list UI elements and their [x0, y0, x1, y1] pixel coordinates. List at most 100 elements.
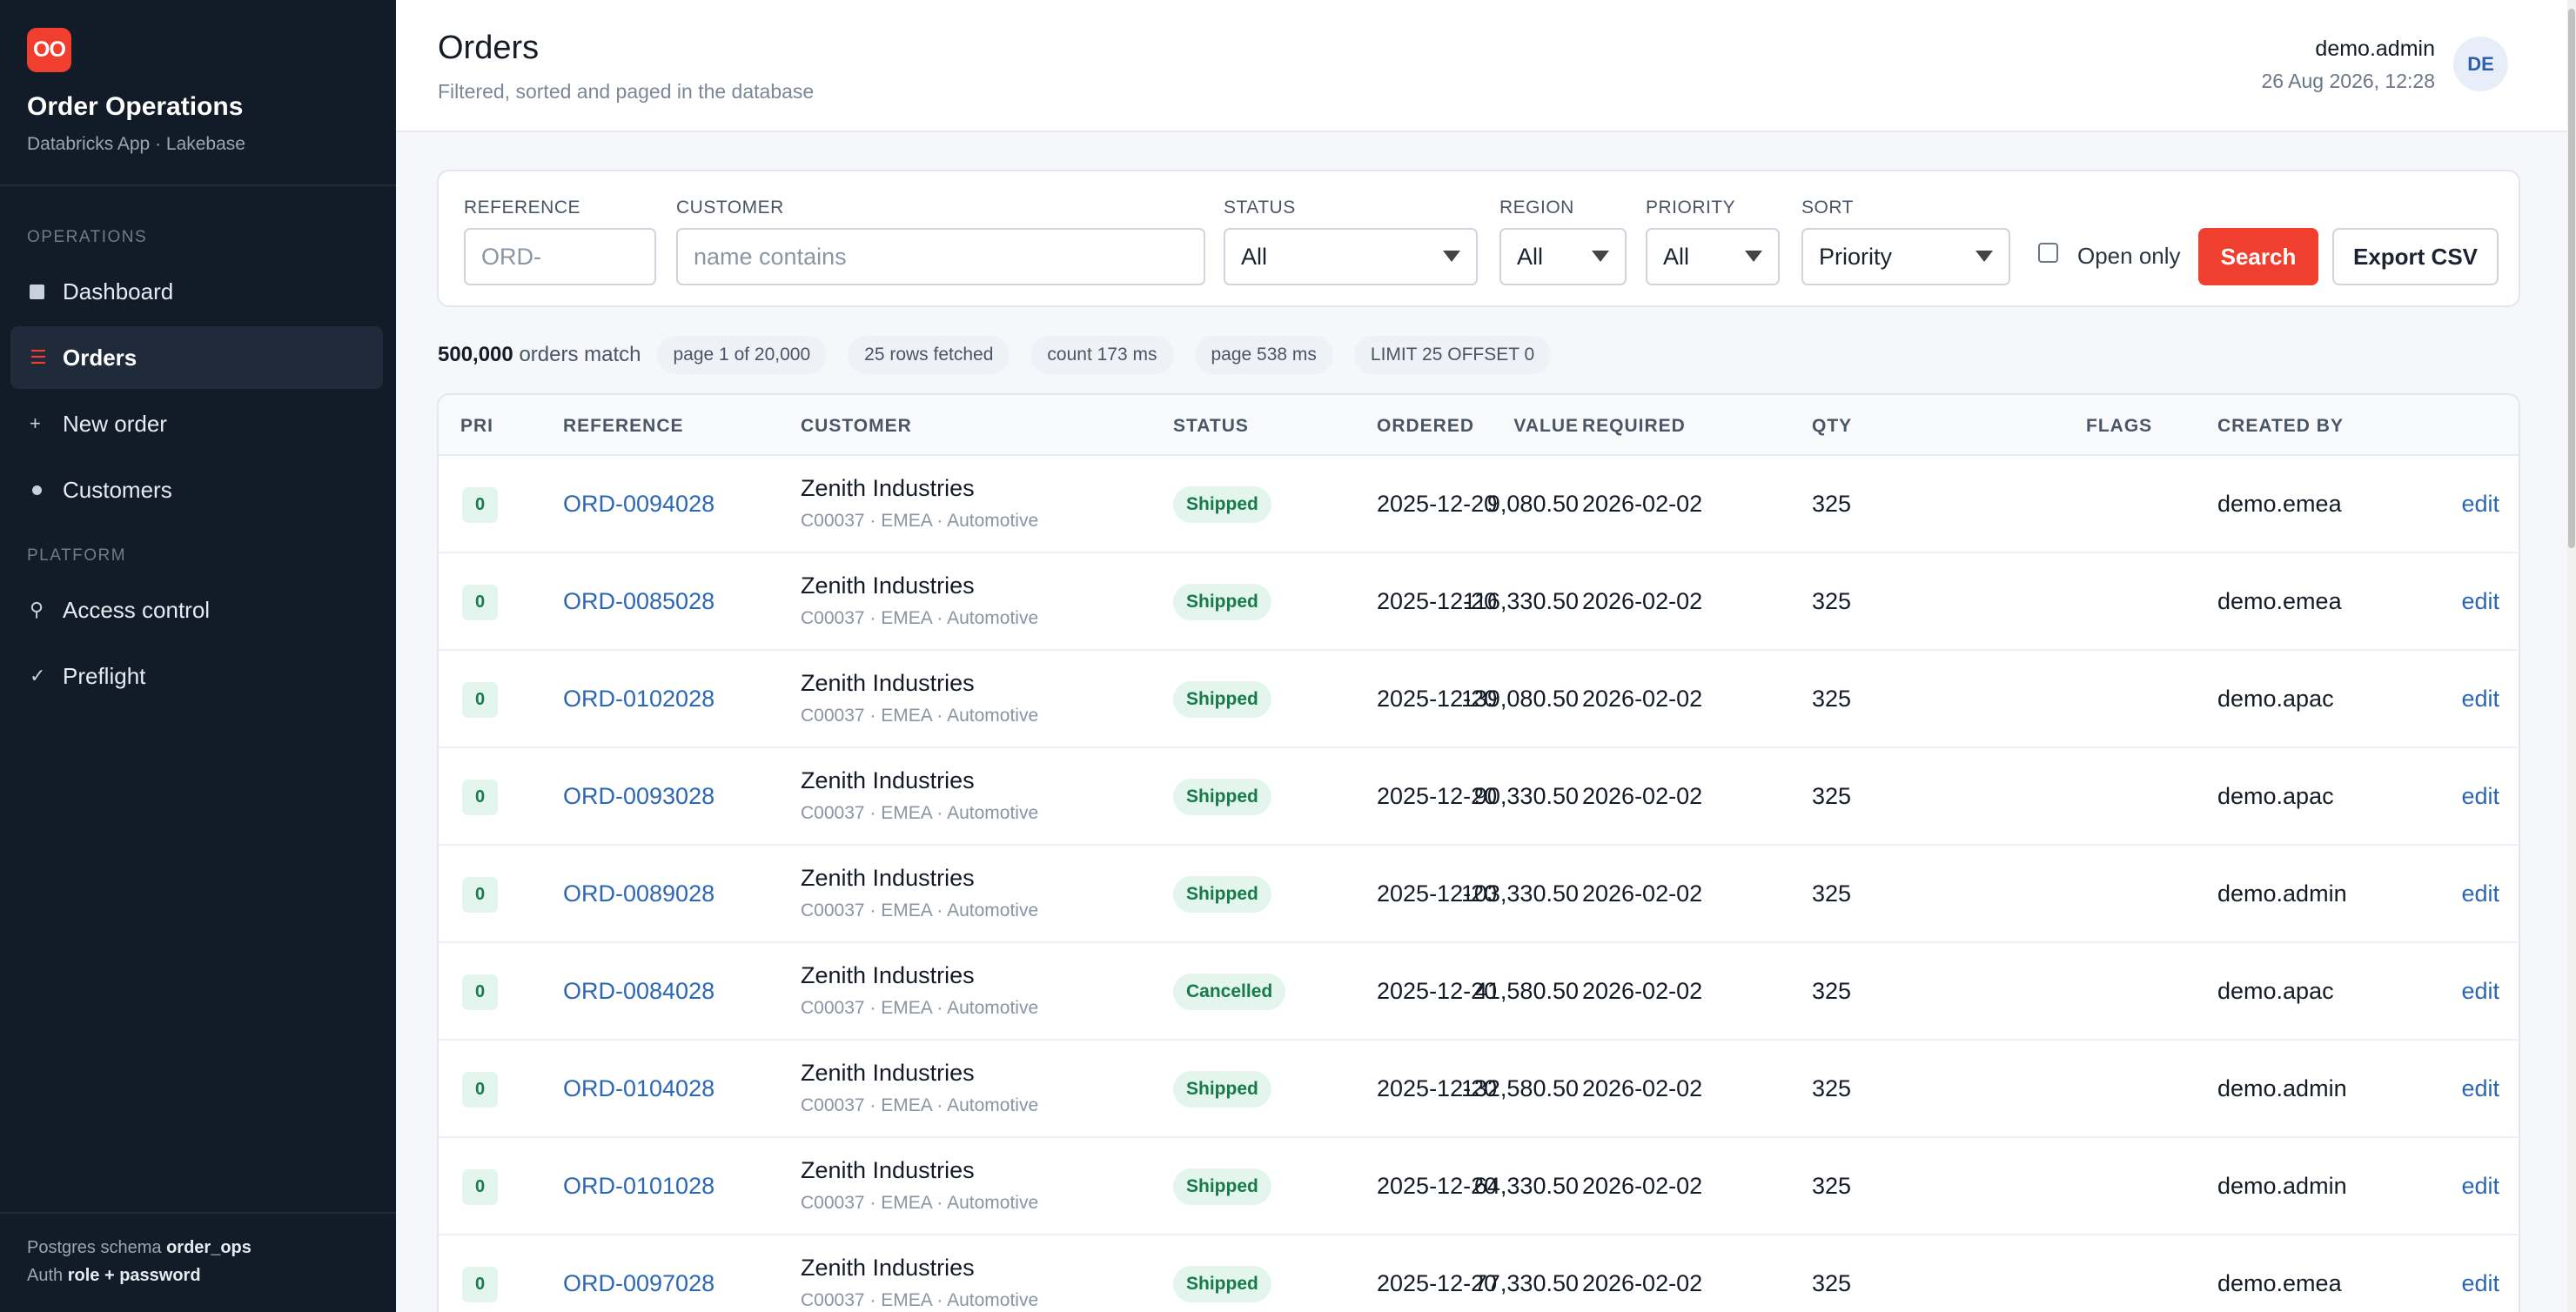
sidebar-item-dashboard[interactable]: Dashboard	[10, 260, 383, 323]
customer-meta: C00037 · EMEA · Automotive	[801, 1290, 1039, 1310]
auth-info: Auth role + password	[27, 1266, 201, 1286]
required-date: 2026-02-02	[1582, 880, 1703, 907]
required-date: 2026-02-02	[1582, 1075, 1703, 1101]
app-logo: OO	[27, 28, 71, 72]
edit-link[interactable]: edit	[2461, 1075, 2499, 1102]
page-scrollbar[interactable]	[2567, 0, 2576, 1312]
sidebar-item-new-order[interactable]: + New order	[10, 392, 383, 455]
priority-badge: 0	[462, 585, 498, 620]
sidebar-item-access-control[interactable]: ⚲ Access control	[10, 579, 383, 641]
edit-link[interactable]: edit	[2461, 491, 2499, 518]
sidebar-item-label: Dashboard	[63, 278, 174, 305]
edit-link[interactable]: edit	[2461, 978, 2499, 1005]
customer-meta: C00037 · EMEA · Automotive	[801, 803, 1039, 823]
check-icon: ✓	[30, 665, 46, 686]
order-reference-link[interactable]: ORD-0085028	[563, 588, 714, 615]
page-subtitle: Filtered, sorted and paged in the databa…	[438, 80, 815, 103]
edit-link[interactable]: edit	[2461, 783, 2499, 810]
table-row[interactable]: 0 ORD-0097028 Zenith Industries C00037 · EM…	[439, 1235, 2519, 1312]
dot-icon	[30, 485, 63, 495]
table-row[interactable]: 0 ORD-0104028 Zenith Industries C00037 · EM…	[439, 1041, 2519, 1138]
avatar[interactable]: DE	[2453, 37, 2508, 91]
priority-badge: 0	[462, 1267, 498, 1302]
customer-name: Zenith Industries	[801, 1157, 975, 1183]
column-header-status[interactable]: STATUS	[1173, 416, 1249, 437]
sort-select-value: Priority	[1819, 243, 1893, 270]
status-badge: Shipped	[1173, 1071, 1271, 1108]
customer-meta: C00037 · EMEA · Automotive	[801, 1193, 1039, 1213]
column-header-customer[interactable]: CUSTOMER	[801, 416, 912, 437]
order-reference-link[interactable]: ORD-0084028	[563, 978, 714, 1005]
table-row[interactable]: 0 ORD-0089028 Zenith Industries C00037 · EM…	[439, 846, 2519, 943]
order-value: 116,330.50	[1462, 588, 1579, 614]
column-header-value[interactable]: VALUE	[1513, 416, 1579, 437]
priority-badge: 0	[462, 974, 498, 1010]
current-datetime: 26 Aug 2026, 12:28	[2261, 70, 2435, 92]
scrollbar-thumb[interactable]	[2568, 9, 2575, 548]
table-row[interactable]: 0 ORD-0094028 Zenith Industries C00037 · EM…	[439, 456, 2519, 553]
column-header-qty[interactable]: QTY	[1812, 416, 1852, 437]
column-header-ordered[interactable]: ORDERED	[1377, 416, 1474, 437]
table-row[interactable]: 0 ORD-0093028 Zenith Industries C00037 · EM…	[439, 748, 2519, 846]
order-reference-link[interactable]: ORD-0093028	[563, 783, 714, 810]
stat-pill-rows: 25 rows fetched	[848, 336, 1010, 374]
edit-link[interactable]: edit	[2461, 588, 2499, 615]
quantity: 325	[1812, 1173, 1852, 1199]
table-row[interactable]: 0 ORD-0102028 Zenith Industries C00037 · EM…	[439, 651, 2519, 748]
priority-badge: 0	[462, 1169, 498, 1205]
created-by: demo.admin	[2217, 880, 2347, 907]
order-reference-link[interactable]: ORD-0104028	[563, 1075, 714, 1102]
order-reference-link[interactable]: ORD-0089028	[563, 880, 714, 907]
table-row[interactable]: 0 ORD-0085028 Zenith Industries C00037 · EM…	[439, 553, 2519, 651]
list-icon: ☰	[30, 346, 47, 368]
customer-meta: C00037 · EMEA · Automotive	[801, 608, 1039, 628]
status-select[interactable]: All	[1224, 228, 1478, 285]
column-header-created-by[interactable]: CREATED BY	[2217, 416, 2344, 437]
order-reference-link[interactable]: ORD-0102028	[563, 686, 714, 713]
created-by: demo.emea	[2217, 491, 2342, 517]
sidebar-item-preflight[interactable]: ✓ Preflight	[10, 645, 383, 707]
order-reference-link[interactable]: ORD-0101028	[563, 1173, 714, 1200]
sidebar-divider	[0, 184, 396, 186]
quantity: 325	[1812, 1075, 1852, 1101]
status-badge: Shipped	[1173, 876, 1271, 913]
status-badge: Shipped	[1173, 584, 1271, 620]
reference-input[interactable]: ORD-	[464, 228, 656, 285]
edit-link[interactable]: edit	[2461, 1270, 2499, 1297]
priority-select[interactable]: All	[1646, 228, 1780, 285]
edit-link[interactable]: edit	[2461, 880, 2499, 907]
table-row[interactable]: 0 ORD-0084028 Zenith Industries C00037 · EM…	[439, 943, 2519, 1041]
schema-info: Postgres schema order_ops	[27, 1238, 252, 1258]
customer-input[interactable]: name contains	[676, 228, 1205, 285]
edit-link[interactable]: edit	[2461, 686, 2499, 713]
open-only-label[interactable]: Open only	[2077, 243, 2181, 270]
auth-value: role + password	[67, 1266, 201, 1285]
export-csv-button[interactable]: Export CSV	[2332, 228, 2499, 285]
schema-value: order_ops	[166, 1238, 252, 1257]
region-select[interactable]: All	[1499, 228, 1627, 285]
sort-label: SORT	[1801, 197, 1854, 218]
order-reference-link[interactable]: ORD-0097028	[563, 1270, 714, 1297]
table-row[interactable]: 0 ORD-0101028 Zenith Industries C00037 · EM…	[439, 1138, 2519, 1235]
column-header-pri[interactable]: PRI	[460, 416, 493, 437]
required-date: 2026-02-02	[1582, 1173, 1703, 1199]
order-value: 64,330.50	[1473, 1173, 1579, 1199]
column-header-reference[interactable]: REFERENCE	[563, 416, 684, 437]
sidebar-item-orders[interactable]: ☰ Orders	[10, 326, 383, 389]
sort-select[interactable]: Priority	[1801, 228, 2010, 285]
customer-name: Zenith Industries	[801, 572, 975, 599]
stat-pill-page: page 1 of 20,000	[656, 336, 828, 374]
customer-meta: C00037 · EMEA · Automotive	[801, 706, 1039, 726]
priority-badge: 0	[462, 682, 498, 718]
order-reference-link[interactable]: ORD-0094028	[563, 491, 714, 518]
section-label-platform: PLATFORM	[27, 546, 127, 565]
sidebar-item-customers[interactable]: Customers	[10, 459, 383, 521]
key-icon: ⚲	[30, 599, 44, 620]
edit-link[interactable]: edit	[2461, 1173, 2499, 1200]
column-header-required[interactable]: REQUIRED	[1582, 416, 1686, 437]
created-by: demo.apac	[2217, 783, 2334, 809]
search-button[interactable]: Search	[2198, 228, 2318, 285]
open-only-checkbox[interactable]	[2038, 243, 2058, 263]
created-by: demo.admin	[2217, 1075, 2347, 1101]
priority-label: PRIORITY	[1646, 197, 1736, 218]
